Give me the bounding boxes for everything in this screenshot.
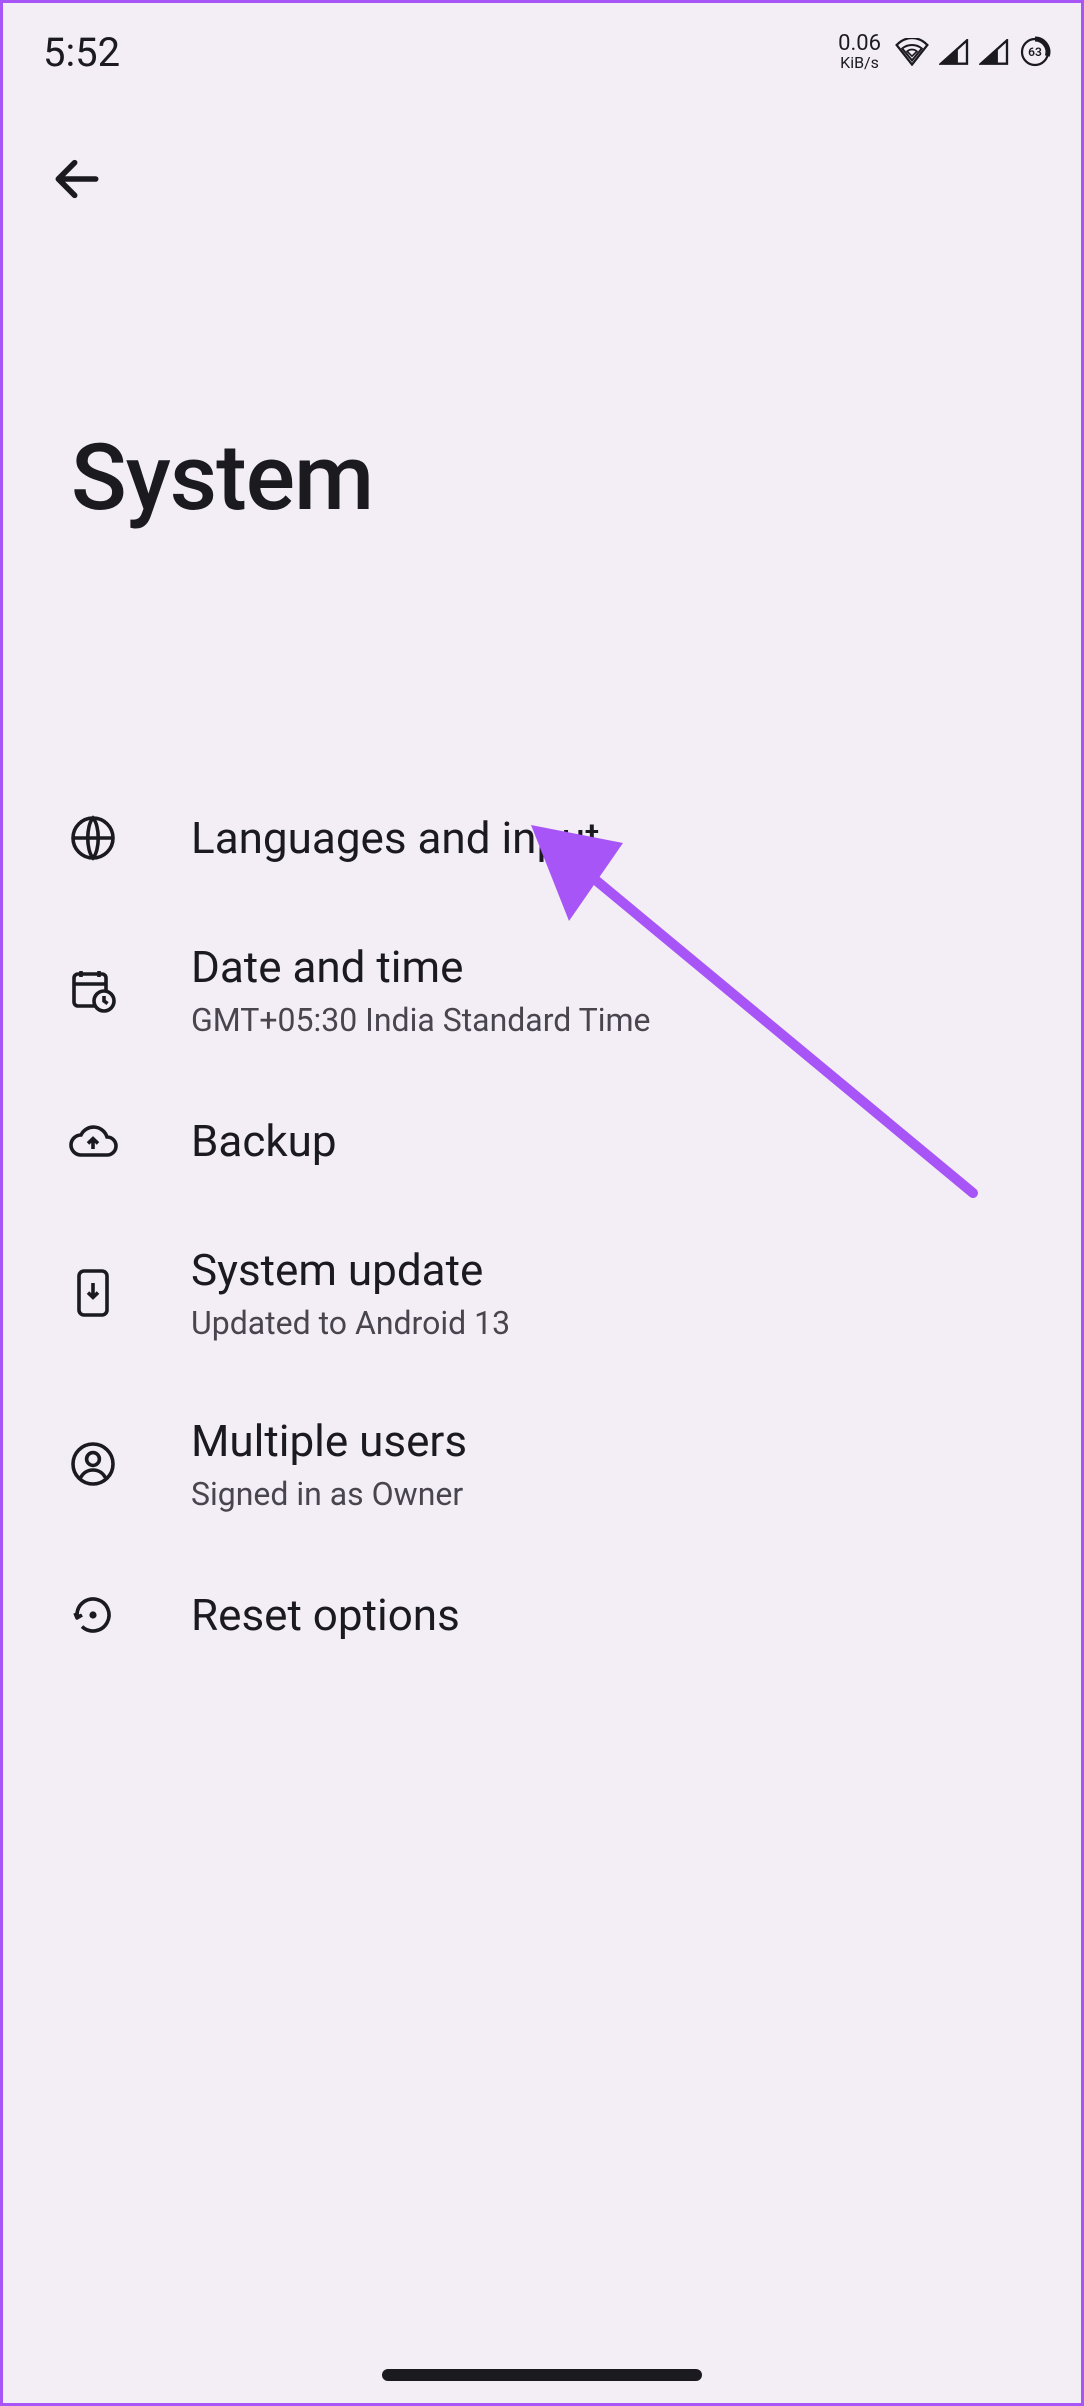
setting-date-time[interactable]: Date and time GMT+05:30 India Standard T… <box>3 904 1081 1075</box>
setting-multiple-users[interactable]: Multiple users Signed in as Owner <box>3 1378 1081 1549</box>
cloud-upload-icon <box>63 1111 123 1171</box>
svg-text:63: 63 <box>1028 45 1042 59</box>
setting-subtitle: Signed in as Owner <box>191 1475 467 1513</box>
setting-system-update[interactable]: System update Updated to Android 13 <box>3 1207 1081 1378</box>
globe-icon <box>63 808 123 868</box>
setting-title: Backup <box>191 1114 337 1169</box>
back-button[interactable] <box>41 143 113 215</box>
battery-icon: 63 <box>1019 36 1051 68</box>
status-bar: 5:52 0.06 KiB/s <box>3 3 1081 83</box>
setting-title: Multiple users <box>191 1414 467 1469</box>
setting-subtitle: Updated to Android 13 <box>191 1304 510 1342</box>
signal-icon-1 <box>939 39 969 65</box>
net-speed-unit: KiB/s <box>840 55 879 71</box>
wifi-icon <box>895 38 929 66</box>
setting-title: Languages and input <box>191 811 600 866</box>
net-speed-indicator: 0.06 KiB/s <box>838 33 881 71</box>
status-right: 0.06 KiB/s 63 <box>838 33 1051 71</box>
status-time: 5:52 <box>43 29 120 76</box>
page-title: System <box>71 425 1081 532</box>
arrow-back-icon <box>49 151 105 207</box>
reset-icon <box>63 1585 123 1645</box>
setting-title: System update <box>191 1243 510 1298</box>
user-circle-icon <box>63 1434 123 1494</box>
setting-subtitle: GMT+05:30 India Standard Time <box>191 1001 651 1039</box>
settings-list: Languages and input Date and time GMT+05… <box>3 772 1081 1681</box>
setting-reset-options[interactable]: Reset options <box>3 1549 1081 1681</box>
calendar-clock-icon <box>63 960 123 1020</box>
setting-title: Date and time <box>191 940 651 995</box>
signal-icon-2 <box>979 39 1009 65</box>
net-speed-value: 0.06 <box>838 33 881 55</box>
setting-title: Reset options <box>191 1588 460 1643</box>
setting-languages-input[interactable]: Languages and input <box>3 772 1081 904</box>
setting-backup[interactable]: Backup <box>3 1075 1081 1207</box>
gesture-nav-bar[interactable] <box>382 2369 702 2381</box>
phone-download-icon <box>63 1263 123 1323</box>
